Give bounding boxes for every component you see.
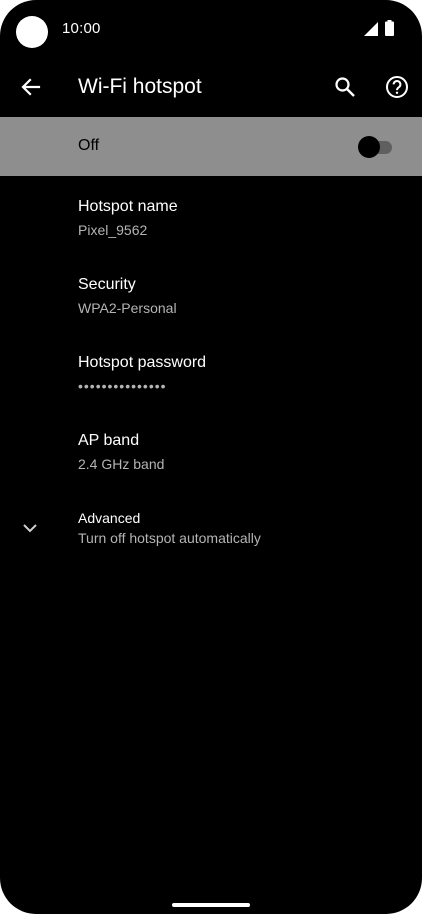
toggle-thumb <box>358 136 380 158</box>
hotspot-toggle[interactable] <box>358 136 394 158</box>
back-button[interactable] <box>14 70 48 104</box>
pref-summary: Pixel_9562 <box>78 222 148 238</box>
signal-icon <box>364 22 378 36</box>
chevron-down-icon <box>23 524 37 533</box>
pref-summary: WPA2-Personal <box>78 300 177 316</box>
pref-title: Hotspot name <box>78 198 178 215</box>
pref-title: Security <box>78 276 136 293</box>
pref-summary: 2.4 GHz band <box>78 456 165 472</box>
hotspot-master-switch-bar[interactable]: Off <box>0 117 422 176</box>
battery-icon <box>385 20 394 36</box>
phone-screen: 10:00 Wi-Fi hotspot Off Hotspot name Pix… <box>0 0 422 914</box>
help-button[interactable] <box>380 70 414 104</box>
ap-band-item[interactable]: AP band 2.4 GHz band <box>0 432 422 476</box>
gesture-nav-handle[interactable] <box>172 903 250 907</box>
camera-cutout <box>16 16 48 48</box>
status-bar: 10:00 <box>0 0 422 60</box>
page-title: Wi-Fi hotspot <box>78 75 202 98</box>
hotspot-password-item[interactable]: Hotspot password ••••••••••••••• <box>0 354 422 398</box>
pref-summary: ••••••••••••••• <box>78 378 167 394</box>
pref-title: Advanced <box>78 510 141 526</box>
help-icon <box>386 76 408 98</box>
advanced-item[interactable]: Advanced Turn off hotspot automatically <box>0 510 422 554</box>
pref-summary: Turn off hotspot automatically <box>78 530 261 546</box>
pref-title: Hotspot password <box>78 354 207 371</box>
back-arrow-icon <box>21 78 41 96</box>
pref-title: AP band <box>78 432 140 449</box>
master-switch-label: Off <box>78 137 100 154</box>
status-time: 10:00 <box>62 20 101 37</box>
search-icon <box>335 77 355 97</box>
app-bar: Wi-Fi hotspot <box>0 60 422 116</box>
hotspot-name-item[interactable]: Hotspot name Pixel_9562 <box>0 198 422 242</box>
search-button[interactable] <box>328 70 362 104</box>
security-item[interactable]: Security WPA2-Personal <box>0 276 422 320</box>
